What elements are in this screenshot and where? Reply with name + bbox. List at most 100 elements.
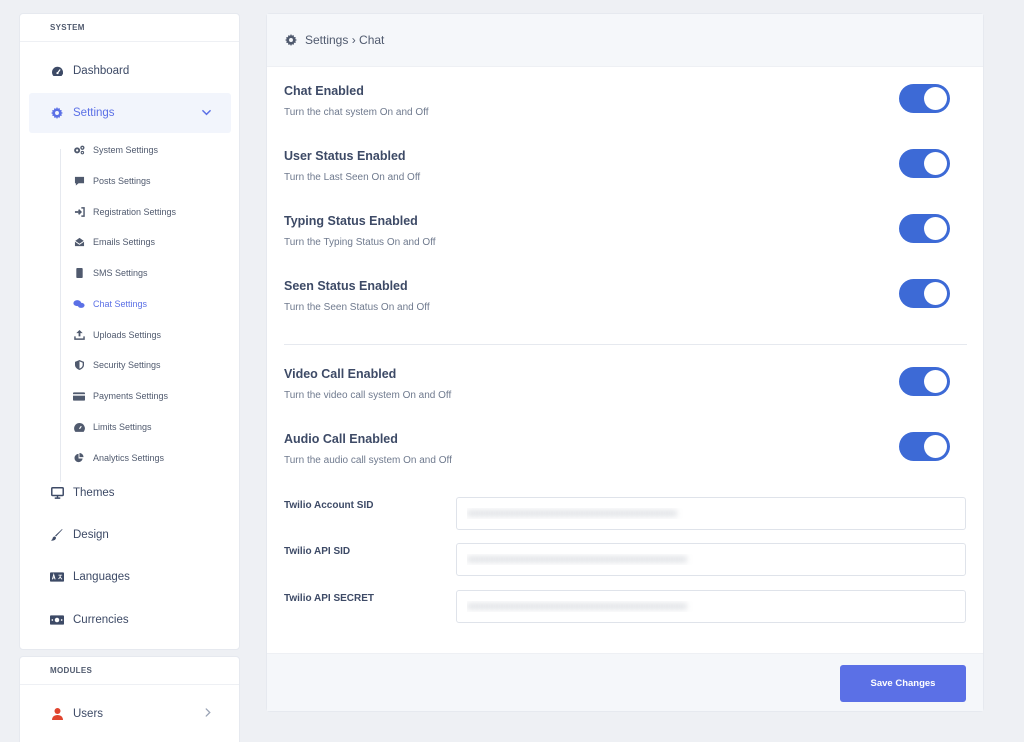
panel-footer: Save Changes xyxy=(267,653,983,711)
submenu-item-label: Posts Settings xyxy=(93,176,151,186)
submenu-item-label: Uploads Settings xyxy=(93,330,162,340)
toggle-knob xyxy=(924,152,947,175)
submenu-item-label: Chat Settings xyxy=(93,299,148,309)
panel-header: Settings › Chat xyxy=(267,14,983,67)
comment-icon xyxy=(72,176,86,186)
gauge-icon xyxy=(72,422,86,432)
upload-icon xyxy=(72,330,86,340)
setting-description: Turn the Typing Status On and Off xyxy=(284,237,436,248)
setting-description: Turn the chat system On and Off xyxy=(284,107,429,118)
submenu-item-label: Registration Settings xyxy=(93,207,177,217)
gear-icon xyxy=(285,34,297,46)
sidebar-item-languages[interactable]: Languages xyxy=(29,557,231,597)
submenu-item-security-settings[interactable]: Security Settings xyxy=(72,355,161,375)
sidebar-item-dashboard[interactable]: Dashboard xyxy=(29,51,231,91)
credit-card-icon xyxy=(72,391,86,401)
twilio-api-secret-label: Twilio API SECRET xyxy=(284,593,375,604)
setting-seen-status-enabled: Seen Status Enabled Turn the Seen Status… xyxy=(284,279,967,313)
twilio-account-sid-field[interactable] xyxy=(456,497,966,530)
toggle-knob xyxy=(924,282,947,305)
submenu-item-label: Emails Settings xyxy=(93,237,156,247)
setting-title: User Status Enabled xyxy=(284,149,406,163)
submenu-item-chat-settings[interactable]: Chat Settings xyxy=(72,294,147,314)
sidebar-item-design[interactable]: Design xyxy=(29,515,231,555)
setting-title: Chat Enabled xyxy=(284,84,364,98)
video-call-enabled-toggle[interactable] xyxy=(899,367,950,396)
twilio-api-secret-field[interactable] xyxy=(456,590,966,623)
twilio-api-sid-field[interactable] xyxy=(456,543,966,576)
language-icon xyxy=(50,572,64,582)
user-icon xyxy=(50,708,64,720)
sidebar-section-header-modules: MODULES xyxy=(20,657,239,685)
submenu-item-label: Limits Settings xyxy=(93,422,152,432)
envelope-open-icon xyxy=(72,237,86,247)
section-divider xyxy=(284,344,967,345)
cogs-icon xyxy=(72,145,86,155)
setting-video-call-enabled: Video Call Enabled Turn the video call s… xyxy=(284,367,967,401)
save-changes-button[interactable]: Save Changes xyxy=(840,665,966,702)
submenu-item-label: System Settings xyxy=(93,145,159,155)
setting-audio-call-enabled: Audio Call Enabled Turn the audio call s… xyxy=(284,432,967,466)
submenu-item-limits-settings[interactable]: Limits Settings xyxy=(72,417,152,437)
dashboard-icon xyxy=(50,66,64,77)
sidebar-section-header-system: SYSTEM xyxy=(20,14,239,42)
setting-description: Turn the video call system On and Off xyxy=(284,390,452,401)
submenu-item-posts-settings[interactable]: Posts Settings xyxy=(72,171,151,191)
sidebar-item-currencies[interactable]: Currencies xyxy=(29,600,231,640)
setting-title: Seen Status Enabled xyxy=(284,279,408,293)
setting-title: Video Call Enabled xyxy=(284,367,397,381)
sidebar-item-themes[interactable]: Themes xyxy=(29,473,231,513)
shield-icon xyxy=(72,360,86,370)
setting-user-status-enabled: User Status Enabled Turn the Last Seen O… xyxy=(284,149,967,183)
sidebar-system-panel: SYSTEM Dashboard Settings System Setting… xyxy=(19,13,240,650)
mobile-icon xyxy=(72,268,86,278)
gear-icon xyxy=(50,107,64,119)
chat-settings-panel: Settings › Chat Chat Enabled Turn the ch… xyxy=(266,13,984,712)
submenu-item-label: Analytics Settings xyxy=(93,453,165,463)
setting-description: Turn the Last Seen On and Off xyxy=(284,172,421,183)
sidebar-modules-panel: MODULES Users xyxy=(19,656,240,742)
brush-icon xyxy=(50,529,64,541)
sidebar-item-label: Languages xyxy=(73,571,130,583)
submenu-item-analytics-settings[interactable]: Analytics Settings xyxy=(72,448,164,468)
chevron-down-icon xyxy=(202,108,211,119)
sidebar-item-label: Currencies xyxy=(73,614,129,626)
chat-enabled-toggle[interactable] xyxy=(899,84,950,113)
submenu-item-registration-settings[interactable]: Registration Settings xyxy=(72,202,176,222)
money-icon xyxy=(50,615,64,625)
setting-title: Typing Status Enabled xyxy=(284,214,418,228)
user-status-enabled-toggle[interactable] xyxy=(899,149,950,178)
submenu-guide-line xyxy=(60,149,61,482)
seen-status-enabled-toggle[interactable] xyxy=(899,279,950,308)
comments-icon xyxy=(72,299,86,309)
twilio-account-sid-label: Twilio Account SID xyxy=(284,500,374,511)
setting-typing-status-enabled: Typing Status Enabled Turn the Typing St… xyxy=(284,214,967,248)
toggle-knob xyxy=(924,217,947,240)
sidebar-item-label: Settings xyxy=(73,107,115,119)
twilio-api-sid-label: Twilio API SID xyxy=(284,546,351,557)
audio-call-enabled-toggle[interactable] xyxy=(899,432,950,461)
setting-description: Turn the Seen Status On and Off xyxy=(284,302,430,313)
typing-status-enabled-toggle[interactable] xyxy=(899,214,950,243)
submenu-item-system-settings[interactable]: System Settings xyxy=(72,140,158,160)
submenu-item-label: Payments Settings xyxy=(93,391,169,401)
submenu-item-sms-settings[interactable]: SMS Settings xyxy=(72,263,148,283)
monitor-icon xyxy=(50,487,64,499)
submenu-item-label: Security Settings xyxy=(93,360,161,370)
sidebar-item-users[interactable]: Users xyxy=(29,694,231,734)
sidebar-item-label: Themes xyxy=(73,487,115,499)
setting-description: Turn the audio call system On and Off xyxy=(284,455,452,466)
toggle-knob xyxy=(924,435,947,458)
submenu-item-emails-settings[interactable]: Emails Settings xyxy=(72,232,155,252)
submenu-item-label: SMS Settings xyxy=(93,268,148,278)
chevron-right-icon xyxy=(205,708,211,720)
sidebar-item-label: Dashboard xyxy=(73,65,130,77)
toggle-knob xyxy=(924,370,947,393)
breadcrumb: Settings › Chat xyxy=(305,33,385,47)
submenu-item-uploads-settings[interactable]: Uploads Settings xyxy=(72,325,161,345)
setting-title: Audio Call Enabled xyxy=(284,432,398,446)
submenu-item-payments-settings[interactable]: Payments Settings xyxy=(72,386,168,406)
sidebar-item-label: Users xyxy=(73,708,104,720)
setting-chat-enabled: Chat Enabled Turn the chat system On and… xyxy=(284,84,967,118)
sidebar-item-settings[interactable]: Settings xyxy=(29,93,231,133)
